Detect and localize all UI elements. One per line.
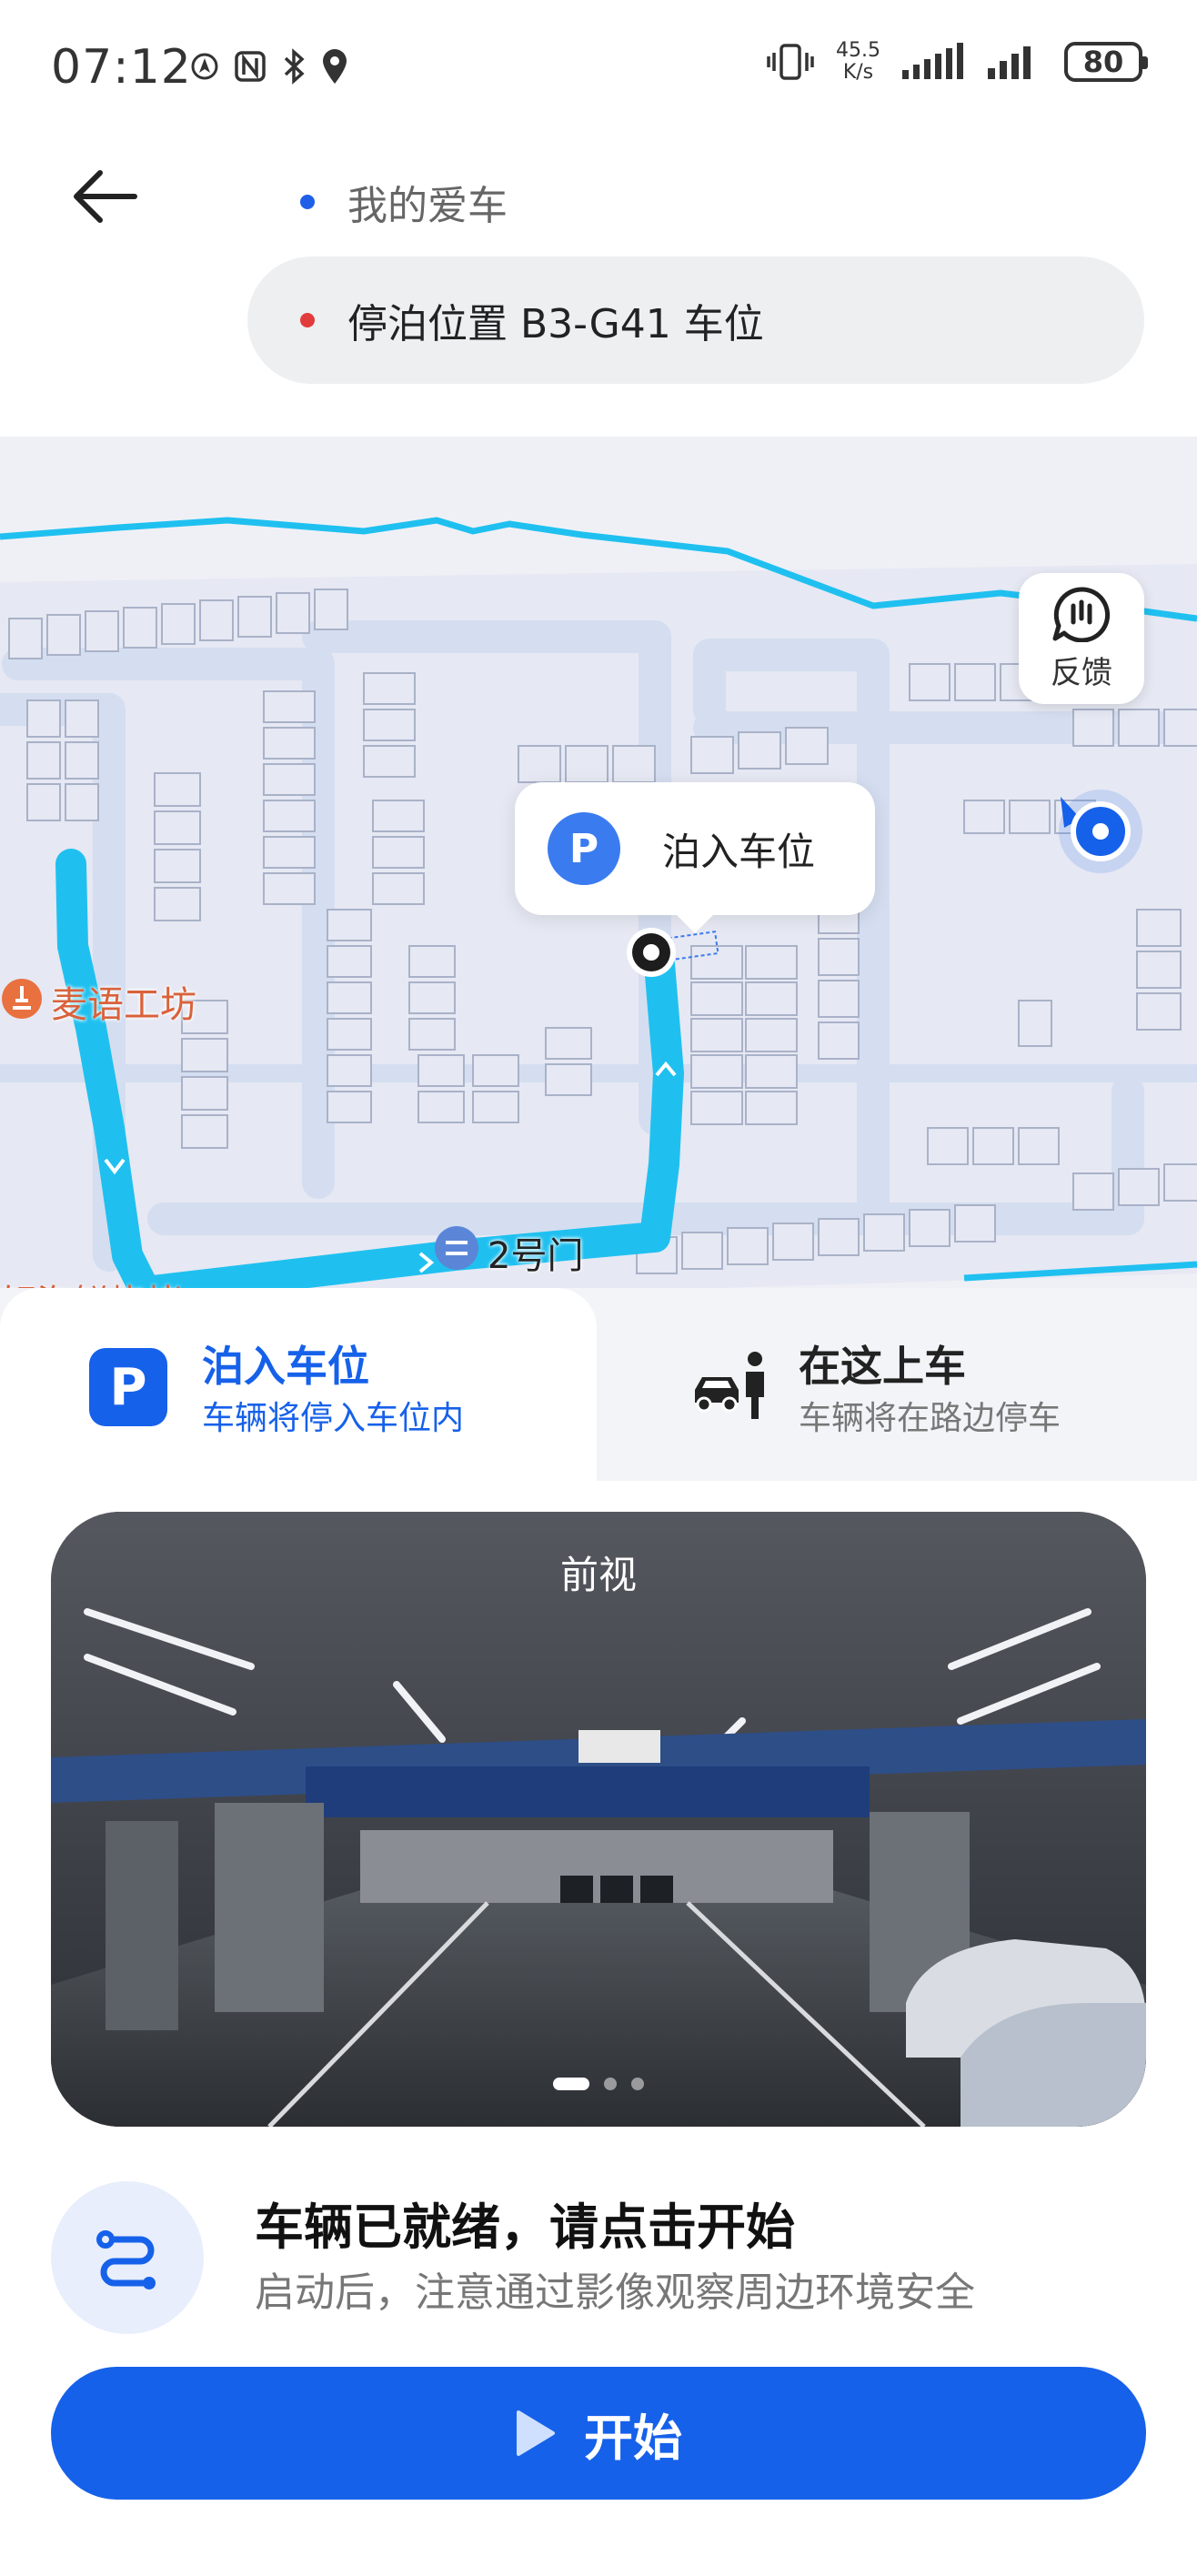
start-button[interactable]: 开始 bbox=[51, 2367, 1146, 2500]
route-origin-label: 我的爱车 bbox=[347, 183, 508, 229]
gate-label[interactable]: 2号门 bbox=[488, 1226, 583, 1279]
ready-subtitle: 启动后，注意通过影像观察周边环境安全 bbox=[255, 2269, 975, 2316]
tab-park-in[interactable]: P 泊入车位 车辆将停入车位内 bbox=[0, 1288, 597, 1481]
poi-label[interactable]: 麦语工坊 bbox=[51, 975, 196, 1028]
network-speed-unit: K/s bbox=[842, 61, 874, 84]
destination-dot-icon bbox=[300, 313, 315, 327]
ready-title: 车辆已就绪，请点击开始 bbox=[255, 2199, 795, 2256]
feedback-icon bbox=[1052, 586, 1111, 642]
pager-dot-active[interactable] bbox=[553, 2078, 589, 2090]
origin-dot-icon bbox=[300, 195, 315, 209]
parking-icon: P bbox=[89, 1348, 167, 1426]
status-time: 07:12 bbox=[51, 40, 192, 95]
mode-tabs: P 泊入车位 车辆将停入车位内 在这上车 车辆将在路边停车 bbox=[0, 1288, 1197, 1481]
network-speed: 45.5 K/s bbox=[836, 40, 880, 84]
route-origin[interactable]: 我的爱车 bbox=[300, 173, 508, 231]
route-destination-label: 停泊位置 B3-G41 车位 bbox=[347, 301, 764, 347]
battery-indicator: 80 bbox=[1064, 42, 1148, 82]
tab-pickup-subtitle: 车辆将在路边停车 bbox=[799, 1400, 1061, 1437]
tab-pickup-title: 在这上车 bbox=[799, 1342, 966, 1391]
poi-pin-icon bbox=[2, 979, 42, 1019]
feedback-label: 反馈 bbox=[1051, 654, 1112, 691]
camera-feed-image bbox=[51, 1512, 1146, 2127]
feedback-button[interactable]: 反馈 bbox=[1019, 573, 1144, 704]
pager-dot[interactable] bbox=[604, 2078, 617, 2090]
location-service-icon bbox=[191, 53, 218, 80]
start-label: 开始 bbox=[584, 2409, 682, 2467]
network-speed-value: 45.5 bbox=[836, 39, 880, 62]
camera-pager[interactable] bbox=[51, 2078, 1146, 2090]
pager-dot[interactable] bbox=[631, 2078, 644, 2090]
tab-pickup[interactable]: 在这上车 车辆将在路边停车 bbox=[597, 1288, 1197, 1481]
bluetooth-icon bbox=[284, 48, 305, 85]
camera-view-label: 前视 bbox=[559, 1553, 637, 1597]
signal-2-icon bbox=[988, 46, 1031, 79]
car-pickup-icon bbox=[695, 1352, 764, 1419]
vibrate-icon bbox=[767, 44, 814, 80]
signal-1-icon bbox=[902, 43, 963, 79]
gate-pin-icon bbox=[435, 1226, 478, 1270]
tab-park-in-title: 泊入车位 bbox=[202, 1342, 369, 1391]
status-icons-left bbox=[189, 47, 349, 86]
camera-preview[interactable]: 前视 bbox=[51, 1512, 1146, 2127]
route-status-icon bbox=[51, 2181, 204, 2334]
destination-marker-icon bbox=[627, 928, 676, 977]
tab-park-in-subtitle: 车辆将停入车位内 bbox=[202, 1400, 465, 1437]
play-icon bbox=[517, 2410, 555, 2456]
my-location-icon bbox=[1059, 790, 1142, 873]
status-icons-right: 45.5 K/s 80 bbox=[767, 40, 1148, 84]
bubble-label: 泊入车位 bbox=[662, 829, 816, 874]
parking-p-icon: P bbox=[548, 812, 620, 885]
park-in-bubble[interactable]: P 泊入车位 bbox=[515, 782, 875, 933]
back-arrow-icon[interactable] bbox=[69, 160, 142, 233]
route-icon bbox=[96, 2230, 156, 2289]
location-pin-icon bbox=[323, 49, 347, 84]
nfc-icon bbox=[235, 51, 266, 82]
status-bar: 07:12 45.5 K/s 80 bbox=[0, 0, 1197, 136]
app-root: 07:12 45.5 K/s 80 我的爱车 停泊位置 B3-G41 车位 麦语… bbox=[0, 0, 1197, 2576]
route-destination[interactable]: 停泊位置 B3-G41 车位 bbox=[300, 291, 764, 349]
